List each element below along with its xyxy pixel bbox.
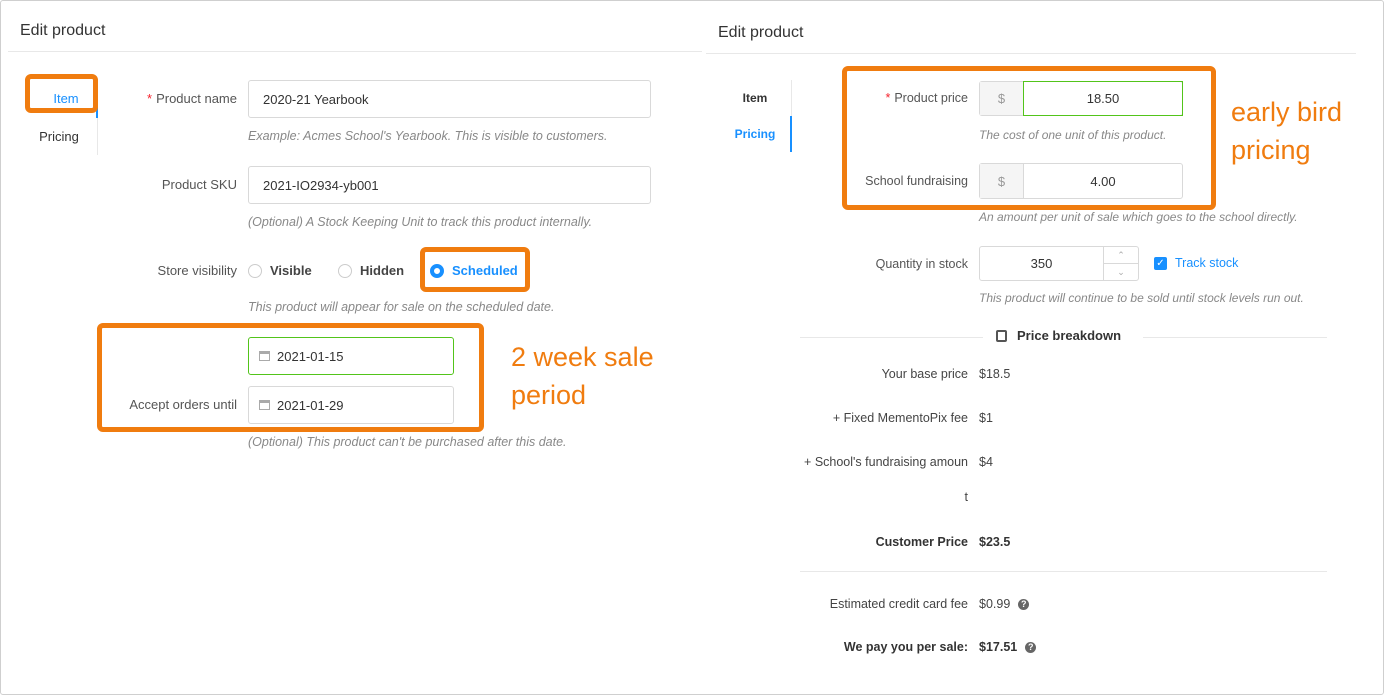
annotation-sale-period: 2 week sale period: [511, 342, 654, 410]
radio-visible-dot: [248, 263, 262, 278]
tab-pricing-left[interactable]: Pricing: [23, 129, 95, 144]
payout-value: $17.51?: [979, 640, 1037, 654]
radio-hidden[interactable]: Hidden: [338, 263, 404, 278]
stock-input[interactable]: 350 ⌃ ⌄: [979, 246, 1139, 281]
end-date-help: (Optional) This product can't be purchas…: [248, 435, 567, 449]
visibility-label: Store visibility: [157, 263, 237, 278]
breakdown-divider-left: [800, 337, 983, 338]
price-breakdown-heading: Price breakdown: [996, 328, 1121, 343]
sku-input[interactable]: 2021-IO2934-yb001: [248, 166, 651, 204]
stock-label: Quantity in stock: [875, 257, 968, 271]
product-name-label: * Product name: [147, 91, 237, 106]
help-icon[interactable]: ?: [1018, 599, 1030, 611]
fundraising-amount-value: $4: [979, 455, 993, 469]
payout-label: We pay you per sale:: [843, 640, 968, 654]
highlight-scheduled: [420, 247, 530, 292]
product-name-input[interactable]: 2020-21 Yearbook: [248, 80, 651, 118]
visibility-help: This product will appear for sale on the…: [248, 300, 555, 314]
credit-card-fee-value: $0.99?: [979, 597, 1030, 611]
customer-price-label: Customer Price: [875, 535, 968, 549]
credit-card-fee-label: Estimated credit card fee: [829, 597, 968, 611]
chevron-down-icon[interactable]: ⌄: [1104, 264, 1138, 280]
right-panel-title: Edit product: [718, 24, 804, 41]
fee-value: $1: [979, 411, 993, 425]
highlight-item-tab: [25, 74, 98, 113]
left-title-divider: [8, 51, 702, 52]
sku-label: Product SKU: [161, 177, 237, 192]
highlight-sale-period: [97, 323, 484, 432]
highlight-pricing: [842, 66, 1216, 210]
calculator-icon: [996, 329, 1007, 342]
track-stock-checkbox[interactable]: ✓ Track stock: [1154, 256, 1238, 270]
annotation-early-bird: early bird pricing: [1231, 97, 1343, 165]
help-icon[interactable]: ?: [1025, 642, 1037, 654]
base-price-label: Your base price: [881, 367, 968, 381]
tab-pricing-right[interactable]: Pricing: [720, 127, 790, 141]
fee-label: + Fixed MementoPix fee: [832, 411, 968, 425]
chevron-up-icon[interactable]: ⌃: [1104, 247, 1138, 264]
tab-active-indicator-right: [790, 116, 792, 152]
sku-help: (Optional) A Stock Keeping Unit to track…: [248, 215, 593, 229]
right-title-divider: [706, 53, 1356, 54]
radio-hidden-dot: [338, 263, 352, 278]
base-price-value: $18.5: [979, 367, 1011, 381]
radio-visible[interactable]: Visible: [248, 263, 312, 278]
customer-price-value: $23.5: [979, 535, 1011, 549]
stock-stepper[interactable]: ⌃ ⌄: [1103, 247, 1138, 280]
left-panel-title: Edit product: [20, 22, 106, 39]
breakdown-total-divider: [800, 571, 1327, 572]
checkmark-icon: ✓: [1154, 256, 1167, 270]
fundraising-amount-label: + School's fundraising amoun: [804, 455, 968, 469]
fundraising-help: An amount per unit of sale which goes to…: [979, 210, 1298, 224]
tab-item-right[interactable]: Item: [720, 91, 790, 105]
fundraising-amount-label-wrap: t: [964, 490, 968, 504]
stock-help: This product will continue to be sold un…: [979, 291, 1304, 305]
breakdown-divider-right: [1143, 337, 1327, 338]
product-name-help: Example: Acmes School's Yearbook. This i…: [248, 129, 608, 143]
